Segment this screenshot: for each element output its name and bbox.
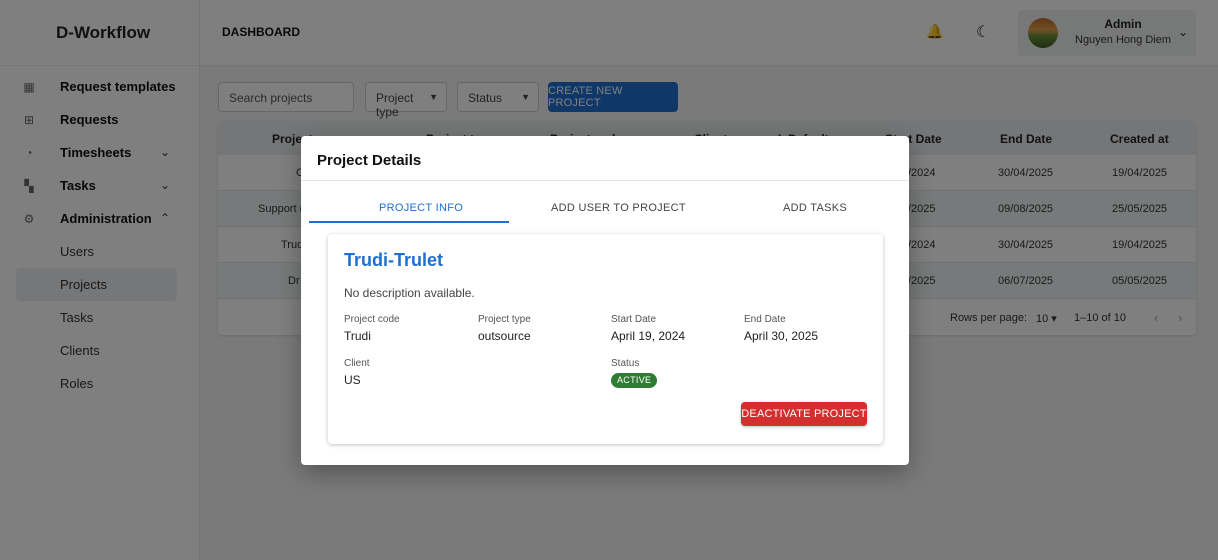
deactivate-project-button[interactable]: DEACTIVATE PROJECT (741, 402, 867, 426)
label-project-code: Project code (344, 314, 400, 325)
value-client: US (344, 373, 361, 387)
label-start-date: Start Date (611, 314, 657, 325)
label-status: Status (611, 358, 640, 369)
project-details-dialog: Project Details PROJECT INFO ADD USER TO… (301, 136, 909, 465)
value-start-date: April 19, 2024 (611, 329, 686, 343)
project-name: Trudi-Trulet (344, 250, 443, 270)
value-end-date: April 30, 2025 (744, 329, 819, 343)
tab-indicator (309, 221, 509, 223)
value-project-type: outsource (478, 329, 531, 343)
divider (301, 180, 909, 181)
value-project-code: Trudi (344, 329, 371, 343)
label-project-type: Project type (478, 314, 531, 325)
tab-add-user[interactable]: ADD USER TO PROJECT (551, 202, 686, 214)
label-client: Client (344, 358, 370, 369)
tab-add-tasks[interactable]: ADD TASKS (783, 202, 847, 214)
project-description: No description available. (344, 286, 475, 300)
project-info-card: Trudi-Trulet No description available. P… (328, 234, 883, 444)
status-badge: ACTIVE (611, 373, 658, 388)
dialog-title: Project Details (317, 152, 422, 169)
label-end-date: End Date (744, 314, 786, 325)
tab-project-info[interactable]: PROJECT INFO (379, 202, 463, 214)
